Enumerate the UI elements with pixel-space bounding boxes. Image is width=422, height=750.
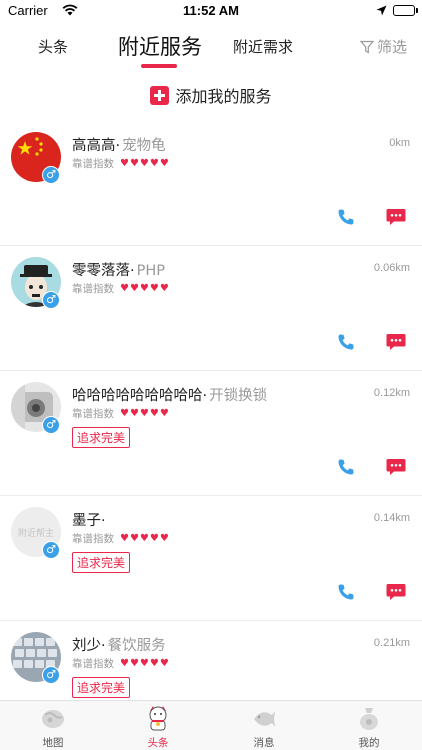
- message-icon[interactable]: [386, 583, 406, 601]
- tab-headline[interactable]: 头条: [38, 36, 68, 57]
- money-bag-icon: [360, 708, 378, 730]
- nav-mine[interactable]: 我的: [329, 701, 409, 750]
- heart-rating-icons: ♥♥♥♥♥: [120, 533, 170, 544]
- heart-rating-icons: ♥♥♥♥♥: [120, 658, 170, 669]
- distance: 0.12km: [373, 387, 410, 399]
- gender-male-icon: ♂: [42, 541, 60, 559]
- pursue-perfection-badge: 追求完美: [72, 677, 131, 698]
- active-tab-indicator: [141, 64, 177, 68]
- list-item[interactable]: ♂ 零零落落· PHP 0.06km 靠谱指数 ♥♥♥♥♥: [0, 247, 422, 371]
- rating-label: 靠谱指数: [72, 533, 114, 545]
- map-icon: [42, 710, 64, 728]
- rating-label: 靠谱指数: [72, 408, 114, 420]
- battery-icon: [393, 5, 415, 16]
- nav-mine-label: 我的: [358, 737, 380, 749]
- rating: 靠谱指数 ♥♥♥♥♥: [72, 156, 170, 171]
- phone-icon[interactable]: [337, 208, 355, 226]
- provider-category: PHP: [136, 263, 166, 279]
- nav-headline-label: 头条: [147, 737, 169, 749]
- tab-nearby-demand[interactable]: 附近需求: [233, 36, 293, 57]
- avatar-placeholder-logo: 附近帮主: [17, 528, 54, 539]
- provider-name: 高高高·: [72, 138, 121, 154]
- list-item[interactable]: ♂ 高高高· 宠物龟 0km 靠谱指数 ♥♥♥♥♥: [0, 122, 422, 246]
- heart-rating-icons: ♥♥♥♥♥: [120, 408, 170, 419]
- heart-rating-icons: ♥♥♥♥♥: [120, 158, 170, 169]
- provider-category: 宠物龟: [122, 138, 166, 154]
- gender-male-icon: ♂: [42, 166, 60, 184]
- rating: 靠谱指数 ♥♥♥♥♥: [72, 406, 170, 421]
- gender-male-icon: ♂: [42, 291, 60, 309]
- rating-label: 靠谱指数: [72, 283, 114, 295]
- phone-icon[interactable]: [337, 583, 355, 601]
- nav-map[interactable]: 地图: [13, 701, 93, 750]
- battery-tip: [416, 8, 418, 13]
- filter-button[interactable]: 筛选: [360, 36, 407, 57]
- message-icon[interactable]: [386, 333, 406, 351]
- nav-map-label: 地图: [42, 737, 64, 749]
- name-line: 高高高· 宠物龟: [72, 134, 166, 155]
- distance: 0.21km: [373, 637, 410, 649]
- distance: 0.06km: [373, 262, 410, 274]
- location-arrow-icon: [376, 5, 387, 20]
- provider-name: 墨子·: [72, 513, 106, 529]
- plus-icon: [150, 85, 170, 105]
- rating-label: 靠谱指数: [72, 158, 114, 170]
- name-line: 零零落落· PHP: [72, 259, 165, 280]
- pursue-perfection-badge: 追求完美: [72, 427, 131, 448]
- gender-male-icon: ♂: [42, 416, 60, 434]
- phone-icon[interactable]: [337, 458, 355, 476]
- top-tabs: 头条 附近服务 附近需求 筛选: [0, 22, 422, 72]
- fish-icon: [254, 711, 275, 727]
- bottom-tab-bar: 地图 头条 消息 我的: [0, 700, 422, 750]
- provider-name: 零零落落·: [72, 263, 135, 279]
- list-item[interactable]: ♂ 哈哈哈哈哈哈哈哈哈· 开锁换锁 0.12km 靠谱指数 ♥♥♥♥♥ 追求完美: [0, 372, 422, 496]
- distance: 0.14km: [373, 512, 410, 524]
- rating-label: 靠谱指数: [72, 658, 114, 670]
- heart-rating-icons: ♥♥♥♥♥: [120, 283, 170, 294]
- name-line: 哈哈哈哈哈哈哈哈哈· 开锁换锁: [72, 384, 267, 405]
- gender-male-icon: ♂: [42, 666, 60, 684]
- provider-category: 开锁换锁: [209, 388, 268, 404]
- message-icon[interactable]: [386, 458, 406, 476]
- add-service-label: 添加我的服务: [175, 87, 272, 106]
- rating: 靠谱指数 ♥♥♥♥♥: [72, 281, 170, 296]
- list-item[interactable]: 附近帮主 ♂ 墨子· 0.14km 靠谱指数 ♥♥♥♥♥ 追求完美: [0, 497, 422, 621]
- nav-headline[interactable]: 头条: [118, 701, 198, 750]
- message-icon[interactable]: [386, 208, 406, 226]
- lucky-cat-icon: [149, 706, 167, 731]
- provider-category: 餐饮服务: [107, 638, 166, 654]
- name-line: 墨子·: [72, 509, 108, 530]
- tab-nearby-services[interactable]: 附近服务: [118, 31, 202, 61]
- pursue-perfection-badge: 追求完美: [72, 552, 131, 573]
- rating: 靠谱指数 ♥♥♥♥♥: [72, 656, 170, 671]
- name-line: 刘少· 餐饮服务: [72, 634, 166, 655]
- provider-name: 哈哈哈哈哈哈哈哈哈·: [72, 388, 208, 404]
- rating: 靠谱指数 ♥♥♥♥♥: [72, 531, 170, 546]
- nav-messages-label: 消息: [253, 737, 275, 749]
- provider-name: 刘少·: [72, 638, 106, 654]
- add-my-service-button[interactable]: 添加我的服务: [0, 83, 422, 107]
- distance: 0km: [389, 137, 410, 149]
- filter-icon: [360, 40, 374, 54]
- status-bar: Carrier 11:52 AM: [0, 0, 422, 22]
- status-time: 11:52 AM: [183, 3, 239, 18]
- filter-label: 筛选: [377, 38, 408, 56]
- phone-icon[interactable]: [337, 333, 355, 351]
- nav-messages[interactable]: 消息: [224, 701, 304, 750]
